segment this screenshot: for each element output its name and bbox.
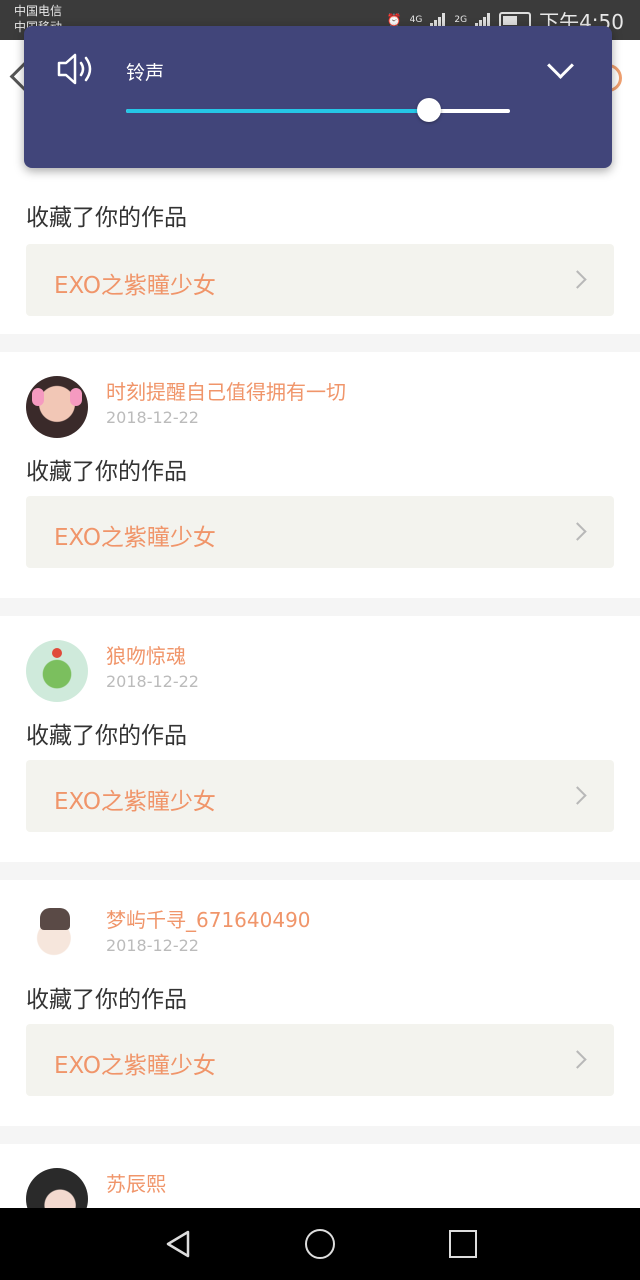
avatar[interactable]	[26, 376, 88, 438]
volume-slider-fill	[126, 109, 430, 113]
notification-action: 收藏了你的作品	[26, 723, 187, 749]
notification-feed: 2018-12-22 收藏了你的作品 EXO之紫瞳少女 时刻提醒自己值得拥有一切…	[0, 84, 640, 1232]
chevron-right-icon	[568, 1050, 587, 1069]
work-title: EXO之紫瞳少女	[54, 789, 216, 815]
work-link[interactable]: EXO之紫瞳少女	[26, 760, 614, 832]
work-link[interactable]: EXO之紫瞳少女	[26, 1024, 614, 1096]
work-link[interactable]: EXO之紫瞳少女	[26, 496, 614, 568]
chevron-right-icon	[568, 270, 587, 289]
avatar[interactable]	[26, 904, 88, 966]
nav-back-icon[interactable]	[164, 1229, 192, 1259]
notification-date: 2018-12-22	[106, 672, 199, 691]
user-name[interactable]: 梦屿千寻_671640490	[106, 904, 311, 933]
volume-slider[interactable]	[126, 98, 510, 122]
notification-date: 2018-12-22	[106, 936, 199, 955]
notification-date: 2018-12-22	[106, 408, 199, 427]
nav-home-icon[interactable]	[305, 1229, 335, 1259]
notification-action: 收藏了你的作品	[26, 459, 187, 485]
signal-icon	[475, 13, 491, 27]
notification-action: 收藏了你的作品	[26, 987, 187, 1013]
work-title: EXO之紫瞳少女	[54, 525, 216, 551]
notification-action: 收藏了你的作品	[26, 205, 187, 231]
speaker-icon[interactable]	[56, 52, 96, 86]
user-name[interactable]: 时刻提醒自己值得拥有一切	[106, 376, 346, 405]
chevron-right-icon	[568, 786, 587, 805]
volume-panel: 铃声	[24, 26, 612, 168]
work-title: EXO之紫瞳少女	[54, 273, 216, 299]
chevron-down-icon[interactable]	[547, 52, 574, 79]
user-name[interactable]: 苏辰熙	[106, 1168, 166, 1197]
carrier-1: 中国电信	[14, 4, 63, 18]
notification-card: 梦屿千寻_671640490 2018-12-22 收藏了你的作品 EXO之紫瞳…	[0, 880, 640, 1126]
nav-recents-icon[interactable]	[449, 1230, 477, 1258]
notification-card: 苏辰熙	[0, 1144, 640, 1230]
notification-card: 时刻提醒自己值得拥有一切 2018-12-22 收藏了你的作品 EXO之紫瞳少女	[0, 352, 640, 598]
volume-stream-label: 铃声	[126, 62, 165, 84]
user-name[interactable]: 狼吻惊魂	[106, 640, 186, 669]
alarm-icon: ⏰	[386, 13, 402, 27]
chevron-right-icon	[568, 522, 587, 541]
signal-icon	[430, 13, 446, 27]
work-link[interactable]: EXO之紫瞳少女	[26, 244, 614, 316]
volume-slider-thumb[interactable]	[417, 98, 442, 122]
notification-card: 狼吻惊魂 2018-12-22 收藏了你的作品 EXO之紫瞳少女	[0, 616, 640, 862]
system-nav-bar	[0, 1208, 640, 1280]
network-type-1: 4G	[409, 15, 423, 25]
work-title: EXO之紫瞳少女	[54, 1053, 216, 1079]
network-type-2: 2G	[454, 15, 468, 25]
avatar[interactable]	[26, 640, 88, 702]
